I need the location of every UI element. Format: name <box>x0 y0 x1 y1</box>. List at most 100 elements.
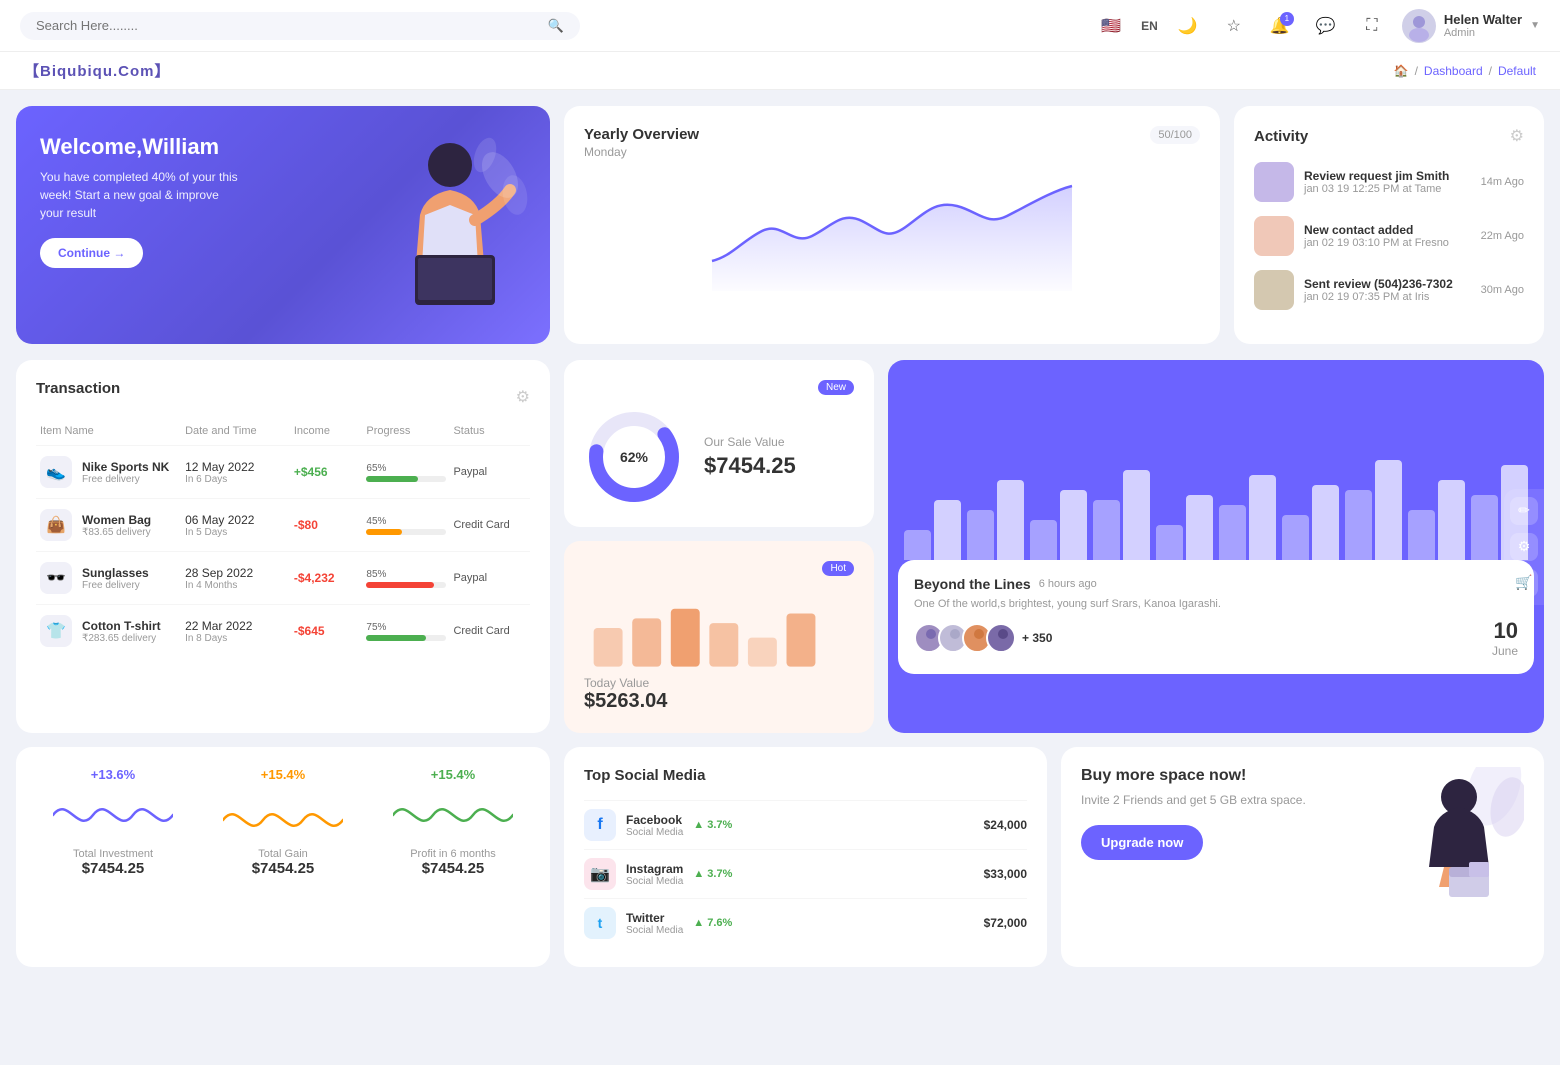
item-income: -$645 <box>294 624 367 638</box>
social-sub: Social Media <box>626 876 683 887</box>
transaction-rows: 👟 Nike Sports NK Free delivery 12 May 20… <box>36 445 530 657</box>
date-block: 10 June <box>1492 618 1518 658</box>
item-date: 12 May 2022 <box>185 460 294 474</box>
space-illustration <box>1404 767 1524 897</box>
table-header: Item Name Date and Time Income Progress … <box>36 425 530 437</box>
activity-item: Sent review (504)236-7302 jan 02 19 07:3… <box>1254 270 1524 310</box>
item-income: -$4,232 <box>294 571 367 585</box>
upgrade-button[interactable]: Upgrade now <box>1081 825 1203 860</box>
buyspace-title: Buy more space now! <box>1081 767 1388 785</box>
today-label: Today Value <box>584 676 854 690</box>
settings-icon[interactable]: ⚙ <box>1510 533 1538 561</box>
item-icon: 🕶️ <box>40 562 72 594</box>
social-change: ▲ 3.7% <box>693 868 732 880</box>
social-name: Facebook <box>626 813 683 827</box>
social-icon-facebook: f <box>584 809 616 841</box>
bar <box>1030 520 1057 560</box>
chat-icon[interactable]: 💬 <box>1310 10 1342 42</box>
item-status: Credit Card <box>453 519 526 531</box>
fullscreen-icon[interactable]: ⛶ <box>1356 10 1388 42</box>
edit-icon[interactable]: ✏ <box>1510 497 1538 525</box>
activity-gear-icon[interactable]: ⚙ <box>1510 126 1524 146</box>
flag-icon[interactable]: 🇺🇸 <box>1095 10 1127 42</box>
wave-chart <box>393 790 513 840</box>
mini-stat-percent: +15.4% <box>261 767 305 782</box>
item-income: -$80 <box>294 518 367 532</box>
cart-icon[interactable]: 🛒 <box>1510 569 1538 597</box>
progress-bar <box>366 529 402 535</box>
item-date: 06 May 2022 <box>185 513 294 527</box>
user-info[interactable]: Helen Walter Admin ▼ <box>1402 9 1540 43</box>
search-input[interactable] <box>36 18 540 33</box>
item-sub: Free delivery <box>82 474 169 485</box>
bar-chart-today <box>584 588 854 668</box>
bar-group <box>1093 470 1150 560</box>
bar-group <box>1219 475 1276 560</box>
mini-stat-label: Profit in 6 months <box>410 848 496 860</box>
continue-button[interactable]: Continue → <box>40 238 143 268</box>
wave-chart <box>53 790 173 840</box>
item-status: Credit Card <box>453 625 526 637</box>
activity-card: Activity ⚙ Review request jim Smith jan … <box>1234 106 1544 344</box>
bar <box>934 500 961 560</box>
yearly-badge: 50/100 <box>1150 126 1200 144</box>
bell-icon[interactable]: 🔔 1 <box>1264 10 1296 42</box>
welcome-card: Welcome,William You have completed 40% o… <box>16 106 550 344</box>
wave-chart <box>223 790 343 840</box>
bar <box>1219 505 1246 560</box>
table-row: 🕶️ Sunglasses Free delivery 28 Sep 2022 … <box>36 551 530 604</box>
transaction-title: Transaction <box>36 380 120 397</box>
bar-group <box>967 480 1024 560</box>
moon-icon[interactable]: 🌙 <box>1172 10 1204 42</box>
user-name: Helen Walter <box>1444 12 1522 27</box>
mini-stat-value: $7454.25 <box>422 860 485 877</box>
item-date-sub: In 5 Days <box>185 527 294 538</box>
row3: +13.6% Total Investment $7454.25 +15.4% … <box>0 747 1560 967</box>
social-icon-instagram: 📷 <box>584 858 616 890</box>
bar-group <box>1156 495 1213 560</box>
activity-list: Review request jim Smith jan 03 19 12:25… <box>1254 162 1524 310</box>
yearly-overview-card: Yearly Overview Monday 50/100 <box>564 106 1220 344</box>
item-name: Cotton T-shirt <box>82 619 161 633</box>
mini-stat-value: $7454.25 <box>82 860 145 877</box>
progress-bar-wrap <box>366 476 446 482</box>
item-icon: 👜 <box>40 509 72 541</box>
sale-value: $7454.25 <box>704 453 796 479</box>
main-grid: Welcome,William You have completed 40% o… <box>0 90 1560 360</box>
search-bar[interactable]: 🔍 <box>20 12 580 40</box>
mini-stat-percent: +15.4% <box>431 767 475 782</box>
social-item: t Twitter Social Media ▲ 7.6% $72,000 <box>584 898 1027 947</box>
breadcrumb-default: Default <box>1498 64 1536 78</box>
mini-stat-percent: +13.6% <box>91 767 135 782</box>
star-icon[interactable]: ☆ <box>1218 10 1250 42</box>
beyond-card: ✏ ⚙ 🛒 Beyond the Lines 6 hours ago One O… <box>888 360 1544 733</box>
social-sub: Social Media <box>626 925 683 936</box>
social-change: ▲ 7.6% <box>693 917 732 929</box>
activity-item-title: Sent review (504)236-7302 <box>1304 277 1453 291</box>
activity-item-title: New contact added <box>1304 223 1449 237</box>
beyond-info: Beyond the Lines 6 hours ago One Of the … <box>898 560 1534 674</box>
progress-bar-wrap <box>366 529 446 535</box>
activity-thumb <box>1254 216 1294 256</box>
bar-group <box>1345 460 1402 560</box>
top-nav: 🔍 🇺🇸 EN 🌙 ☆ 🔔 1 💬 ⛶ Helen Walter Admin ▼ <box>0 0 1560 52</box>
bar <box>1312 485 1339 560</box>
progress-bar-wrap <box>366 635 446 641</box>
bar-group <box>1408 480 1465 560</box>
mini-stat-value: $7454.25 <box>252 860 315 877</box>
donut-chart: 62% <box>584 407 684 507</box>
item-sub: ₹83.65 delivery <box>82 527 151 538</box>
item-status: Paypal <box>453 466 526 478</box>
item-sub: ₹283.65 delivery <box>82 633 161 644</box>
bar-chart-area <box>888 360 1544 560</box>
transaction-gear-icon[interactable]: ⚙ <box>516 387 530 407</box>
mini-stat: +15.4% Profit in 6 months $7454.25 <box>376 767 530 947</box>
breadcrumb-bar: 【Biqubiqu.Com】 🏠 / Dashboard / Default <box>0 52 1560 90</box>
welcome-description: You have completed 40% of your this week… <box>40 168 240 222</box>
social-media-card: Top Social Media f Facebook Social Media… <box>564 747 1047 967</box>
bar <box>1345 490 1372 560</box>
item-date: 28 Sep 2022 <box>185 566 294 580</box>
bar <box>1249 475 1276 560</box>
table-row: 👜 Women Bag ₹83.65 delivery 06 May 2022 … <box>36 498 530 551</box>
breadcrumb-dashboard[interactable]: Dashboard <box>1424 64 1483 78</box>
